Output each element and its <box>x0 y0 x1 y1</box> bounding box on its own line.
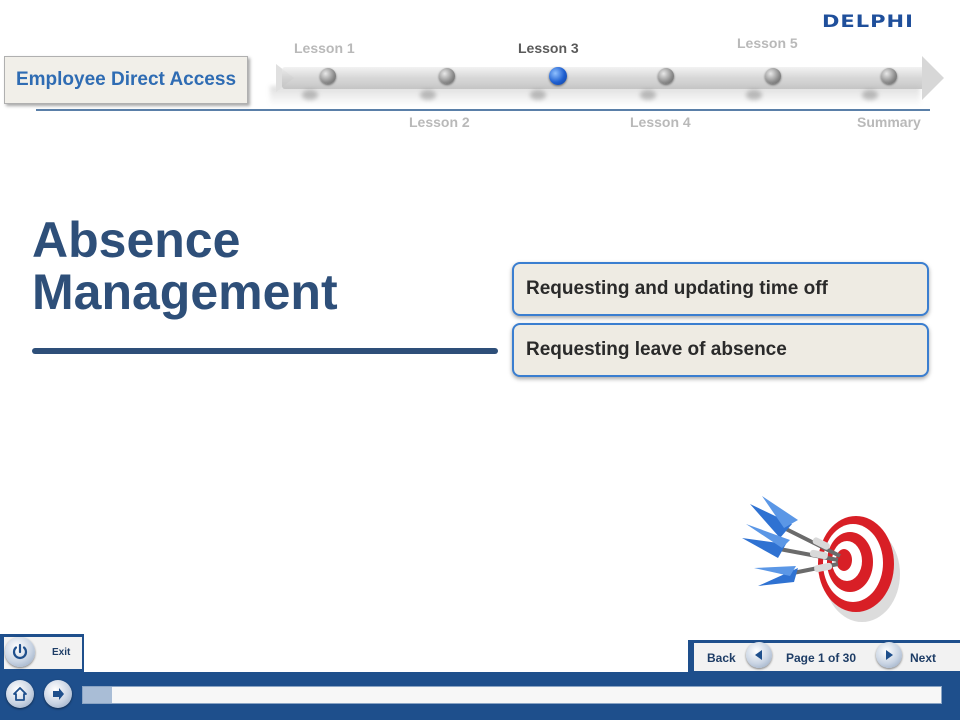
timeline-node-reflection <box>420 90 436 100</box>
left-arrow-icon <box>755 650 762 660</box>
title-underline <box>32 348 498 354</box>
forward-button[interactable] <box>44 680 72 708</box>
next-button[interactable] <box>876 642 902 668</box>
timeline-node-lesson3[interactable] <box>549 67 567 85</box>
page-title: Absence Management <box>32 212 338 320</box>
course-title-text: Employee Direct Access <box>15 69 237 90</box>
timeline-label-lesson5[interactable]: Lesson 5 <box>737 35 798 51</box>
right-arrow-icon <box>886 650 893 660</box>
back-label[interactable]: Back <box>707 651 736 665</box>
timeline-label-lesson4[interactable]: Lesson 4 <box>630 114 691 130</box>
topic-label: Requesting leave of absence <box>526 339 787 360</box>
timeline-node-reflection <box>640 90 656 100</box>
timeline-label-summary[interactable]: Summary <box>857 114 921 130</box>
next-label[interactable]: Next <box>910 651 936 665</box>
timeline-label-lesson2[interactable]: Lesson 2 <box>409 114 470 130</box>
dartboard-icon <box>742 496 900 622</box>
progress-fill <box>83 687 112 703</box>
exit-label[interactable]: Exit <box>52 647 70 658</box>
course-title: Employee Direct Access <box>4 56 248 104</box>
timeline-label-lesson3[interactable]: Lesson 3 <box>518 40 579 56</box>
home-icon <box>13 687 27 701</box>
timeline-node-reflection <box>746 90 762 100</box>
timeline-shadow <box>270 86 920 106</box>
topic-label: Requesting and updating time off <box>526 278 828 299</box>
timeline-node-summary[interactable] <box>881 68 897 84</box>
timeline-node-reflection <box>302 90 318 100</box>
timeline-node-lesson5[interactable] <box>765 68 781 84</box>
header-divider <box>36 109 930 111</box>
timeline-arrow-icon <box>922 56 944 100</box>
back-button[interactable] <box>746 642 772 668</box>
timeline-node-lesson2[interactable] <box>439 68 455 84</box>
topic-button-leave-of-absence[interactable]: Requesting leave of absence <box>512 323 929 377</box>
timeline-label-lesson1[interactable]: Lesson 1 <box>294 40 355 56</box>
timeline-node-lesson1[interactable] <box>320 68 336 84</box>
topic-button-time-off[interactable]: Requesting and updating time off <box>512 262 929 316</box>
timeline-node-reflection <box>530 90 546 100</box>
power-icon <box>12 643 28 659</box>
exit-button[interactable] <box>5 637 35 667</box>
lesson-timeline <box>282 67 926 89</box>
progress-bar[interactable] <box>82 686 942 704</box>
timeline-node-lesson4[interactable] <box>658 68 674 84</box>
timeline-node-reflection <box>862 90 878 100</box>
delphi-logo: DELPHI <box>822 12 914 32</box>
forward-arrow-icon <box>53 688 64 700</box>
page-counter: Page 1 of 30 <box>786 651 857 665</box>
home-button[interactable] <box>6 680 34 708</box>
